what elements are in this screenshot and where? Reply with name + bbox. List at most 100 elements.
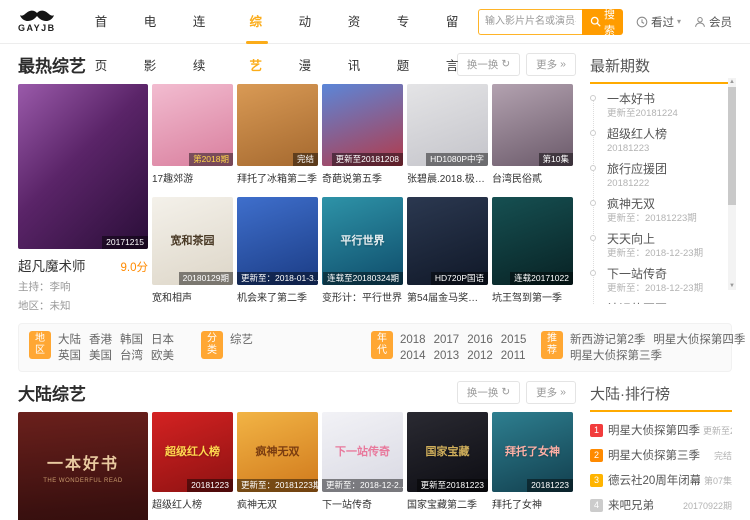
list-item[interactable]: 认识的哥哥 20181222 <box>590 302 732 304</box>
list-item[interactable]: 旅行应援团 20181222 <box>590 162 732 190</box>
list-item[interactable]: 超级红人榜 20181223 <box>590 127 732 155</box>
filter-option[interactable]: 2017 <box>434 332 460 348</box>
poster-thumbnail[interactable]: 超级红人榜 20181223 <box>152 412 233 492</box>
featured-poster-card[interactable]: 20171215 超凡魔术师 9.0分 主持：李响 地区：未知 <box>18 84 148 313</box>
filter-option[interactable]: 2016 <box>467 332 493 348</box>
filter-option[interactable]: 2011 <box>501 348 526 364</box>
filter-option[interactable]: 美国 <box>89 348 112 364</box>
poster-title[interactable]: 变形计：平行世界 <box>322 289 403 304</box>
show-name[interactable]: 明星大侦探第四季 <box>608 422 700 438</box>
poster-thumbnail[interactable]: 国家宝藏 更新至20181223 <box>407 412 488 492</box>
more-button[interactable]: 更多 » <box>526 53 576 76</box>
poster-thumbnail[interactable]: 宽和茶园 20180129期 <box>152 197 233 285</box>
poster-card[interactable]: 平行世界 连载至20180324期 变形计：平行世界 <box>322 197 403 304</box>
site-logo[interactable]: GAYJB <box>18 10 56 33</box>
featured-poster-thumbnail[interactable]: 一本好书 THE WONDERFUL READ <box>18 412 148 520</box>
shuffle-button[interactable]: 换一换 ↻ <box>457 53 520 76</box>
nav-item-home[interactable]: 首页 <box>78 0 127 44</box>
poster-title[interactable]: 宽和相声 <box>152 289 233 304</box>
nav-item-news[interactable]: 资讯 <box>331 0 380 44</box>
show-name[interactable]: 旅行应援团 <box>607 162 732 176</box>
show-name[interactable]: 德云社20周年闭幕庆典... <box>608 472 700 488</box>
poster-thumbnail[interactable]: HD1080P中字 <box>407 84 488 166</box>
poster-card[interactable]: 连载20171022 坑王驾到第一季 <box>492 197 573 304</box>
poster-thumbnail[interactable]: HD720P国语 <box>407 197 488 285</box>
filter-option[interactable]: 香港 <box>89 332 112 348</box>
nav-item-series[interactable]: 连续剧 <box>176 0 233 44</box>
nav-item-topics[interactable]: 专题 <box>380 0 429 44</box>
featured-poster-thumbnail[interactable]: 20171215 <box>18 84 148 249</box>
filter-option[interactable]: 大陆 <box>58 332 81 348</box>
poster-card[interactable]: 宽和茶园 20180129期 宽和相声 <box>152 197 233 304</box>
poster-thumbnail[interactable]: 拜托了女神 20181223 <box>492 412 573 492</box>
poster-card[interactable]: 更新至：2018-01-3.. 机会来了第二季 <box>237 197 318 304</box>
filter-option[interactable]: 韩国 <box>120 332 143 348</box>
scrollbar[interactable]: ▲ ▼ <box>728 78 736 290</box>
poster-thumbnail[interactable]: 第10集 <box>492 84 573 166</box>
list-item[interactable]: 一本好书 更新至20181224 <box>590 92 732 120</box>
filter-option[interactable]: 英国 <box>58 348 81 364</box>
nav-item-anime[interactable]: 动漫 <box>282 0 331 44</box>
show-name[interactable]: 天天向上 <box>607 232 732 246</box>
poster-thumbnail[interactable]: 连载20171022 <box>492 197 573 285</box>
nav-item-variety-active[interactable]: 综艺 <box>233 0 282 44</box>
poster-card[interactable]: 疯神无双 更新至：20181223期 疯神无双 <box>237 412 318 511</box>
search-input[interactable] <box>478 9 582 35</box>
poster-title[interactable]: 张碧晨.2018.极光... <box>407 170 488 185</box>
show-name[interactable]: 超级红人榜 <box>607 127 732 141</box>
poster-title[interactable]: 国家宝藏第二季 <box>407 496 488 511</box>
poster-title[interactable]: 下一站传奇 <box>322 496 403 511</box>
poster-thumbnail[interactable]: 平行世界 连载至20180324期 <box>322 197 403 285</box>
search-button[interactable]: 搜索 <box>582 9 623 35</box>
poster-card[interactable]: 更新至20181208 奇葩说第五季 <box>322 84 403 185</box>
filter-option[interactable]: 欧美 <box>151 348 174 364</box>
poster-title[interactable]: 拜托了女神 <box>492 496 573 511</box>
poster-title[interactable]: 第54届金马奖颁奖... <box>407 289 488 304</box>
poster-thumbnail[interactable]: 更新至20181208 <box>322 84 403 166</box>
rank-item[interactable]: 1 明星大侦探第四季 更新至20181221期 <box>590 422 732 438</box>
nav-item-messages[interactable]: 留言 <box>429 0 478 44</box>
filter-option[interactable]: 综艺 <box>230 332 253 348</box>
poster-card[interactable]: 超级红人榜 20181223 超级红人榜 <box>152 412 233 511</box>
show-name[interactable]: 疯神无双 <box>607 197 732 211</box>
scroll-up-icon[interactable]: ▲ <box>728 78 736 86</box>
scrollbar-thumb[interactable] <box>728 87 736 205</box>
poster-title[interactable]: 奇葩说第五季 <box>322 170 403 185</box>
filter-option[interactable]: 台湾 <box>120 348 143 364</box>
poster-title[interactable]: 超级红人榜 <box>152 496 233 511</box>
featured-poster-title[interactable]: 超凡魔术师 <box>18 255 121 275</box>
nav-item-movies[interactable]: 电影 <box>127 0 176 44</box>
poster-thumbnail[interactable]: 完结 <box>237 84 318 166</box>
poster-card[interactable]: 下一站传奇 更新至：2018-12-2.. 下一站传奇 <box>322 412 403 511</box>
poster-title[interactable]: 台湾民俗貳 <box>492 170 573 185</box>
poster-thumbnail[interactable]: 更新至：2018-01-3.. <box>237 197 318 285</box>
filter-option[interactable]: 新西游记第2季 <box>570 332 645 348</box>
filter-option[interactable]: 2018 <box>400 332 426 348</box>
rank-item[interactable]: 4 来吧兄弟 20170922期 <box>590 497 732 513</box>
show-name[interactable]: 明星大侦探第三季 <box>608 447 700 463</box>
poster-title[interactable]: 17趣郊游 <box>152 170 233 185</box>
show-name[interactable]: 来吧兄弟 <box>608 497 654 513</box>
filter-option[interactable]: 日本 <box>151 332 174 348</box>
list-item[interactable]: 疯神无双 更新至：20181223期 <box>590 197 732 225</box>
rank-item[interactable]: 2 明星大侦探第三季 完结 <box>590 447 732 463</box>
filter-option[interactable]: 2013 <box>434 348 460 364</box>
shuffle-button[interactable]: 换一换 ↻ <box>457 381 520 404</box>
filter-option[interactable]: 2015 <box>501 332 527 348</box>
show-name[interactable]: 认识的哥哥 <box>607 302 732 304</box>
poster-card[interactable]: 拜托了女神 20181223 拜托了女神 <box>492 412 573 511</box>
poster-thumbnail[interactable]: 下一站传奇 更新至：2018-12-2.. <box>322 412 403 492</box>
poster-thumbnail[interactable]: 疯神无双 更新至：20181223期 <box>237 412 318 492</box>
scroll-down-icon[interactable]: ▼ <box>728 282 736 290</box>
filter-option[interactable]: 2014 <box>400 348 426 364</box>
poster-title[interactable]: 拜托了冰箱第二季 <box>237 170 318 185</box>
rank-item[interactable]: 3 德云社20周年闭幕庆典... 第07集 <box>590 472 732 488</box>
featured-poster-card[interactable]: 一本好书 THE WONDERFUL READ <box>18 412 148 520</box>
filter-option[interactable]: 明星大侦探第四季 <box>653 332 745 348</box>
list-item[interactable]: 天天向上 更新至：2018-12-23期 <box>590 232 732 260</box>
poster-card[interactable]: 完结 拜托了冰箱第二季 <box>237 84 318 185</box>
poster-title[interactable]: 坑王驾到第一季 <box>492 289 573 304</box>
poster-title[interactable]: 机会来了第二季 <box>237 289 318 304</box>
watched-menu[interactable]: 看过 ▾ <box>636 14 681 30</box>
filter-option[interactable]: 明星大侦探第三季 <box>570 348 662 364</box>
